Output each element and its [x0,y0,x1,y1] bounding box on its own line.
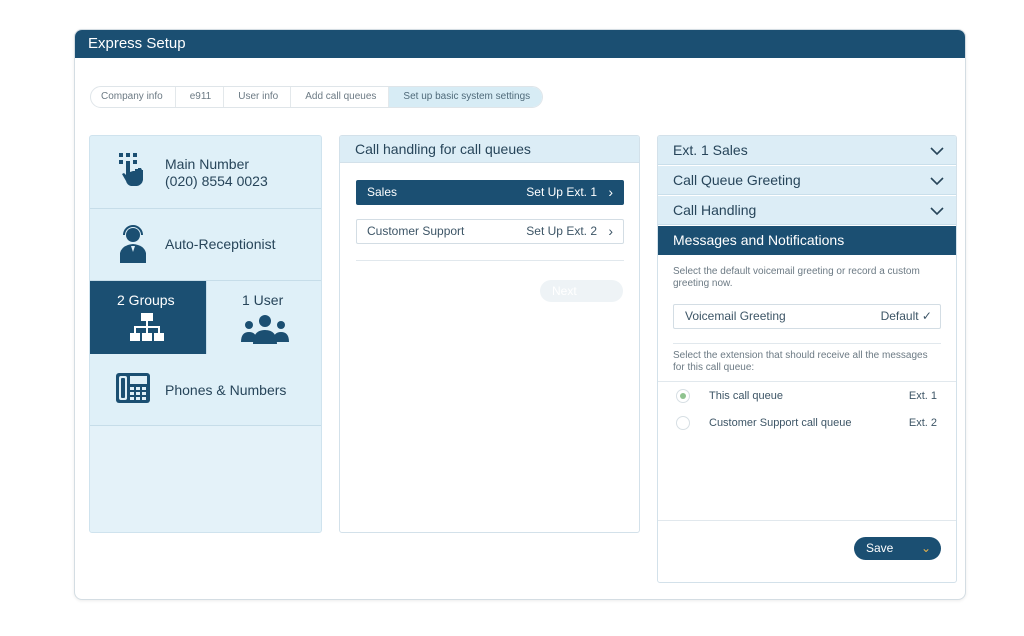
option-this-call-queue[interactable]: This call queue Ext. 1 [658,381,956,409]
users-label: 1 User [242,292,284,308]
call-handling-panel: Call handling for call queues Sales Set … [339,135,640,533]
voicemail-value: Default ✓ [880,309,932,323]
org-chart-icon [130,313,164,341]
save-label: Save [866,541,894,555]
users-icon [241,315,289,344]
option-customer-support[interactable]: Customer Support call queue Ext. 2 [658,409,956,437]
chevron-right-icon: › [608,223,613,239]
settings-panel: Ext. 1 Sales Call Queue Greeting Call Ha… [657,135,957,583]
breadcrumb-e911[interactable]: e911 [176,87,225,107]
section-label: Messages and Notifications [673,232,845,248]
main-number-label: Main Number [165,156,250,172]
section-call-handling[interactable]: Call Handling [658,196,956,225]
section-label: Ext. 1 Sales [673,142,748,158]
next-button[interactable]: Next [540,280,623,302]
groups-tile[interactable]: 2 Groups [90,281,206,354]
section-label: Call Queue Greeting [673,172,801,188]
breadcrumb-company-info[interactable]: Company info [91,87,176,107]
divider [658,520,956,521]
queue-name: Customer Support [367,224,465,238]
groups-label: 2 Groups [117,292,175,308]
divider [673,343,941,344]
extension-hint: Select the extension that should receive… [673,350,928,373]
main-number-item[interactable]: Main Number (020) 8554 0023 [90,136,321,209]
section-ext1-sales[interactable]: Ext. 1 Sales [658,136,956,165]
queue-action: Set Up Ext. 2 [526,224,597,238]
queue-name: Sales [367,185,398,199]
express-setup-window: Express Setup Company info e911 User inf… [74,29,966,600]
breadcrumb-user-info[interactable]: User info [224,87,292,107]
queue-row-customer-support[interactable]: Customer Support Set Up Ext. 2 › [356,219,624,244]
main-number-value: (020) 8554 0023 [165,173,268,189]
chevron-down-icon [930,147,944,156]
breadcrumb-add-call-queues[interactable]: Add call queues [291,87,390,107]
option-label: This call queue [709,390,783,402]
chevron-down-icon [930,177,944,186]
phones-numbers-label: Phones & Numbers [165,382,287,398]
option-label: Customer Support call queue [709,417,852,429]
chevron-right-icon: › [608,184,613,200]
call-handling-title: Call handling for call queues [340,136,639,163]
chevron-down-icon [930,207,944,216]
section-messages-notifications[interactable]: Messages and Notifications [658,226,956,255]
section-call-queue-greeting[interactable]: Call Queue Greeting [658,166,956,195]
queue-row-sales[interactable]: Sales Set Up Ext. 1 › [356,180,624,205]
dialpad-hand-icon [119,153,143,186]
option-ext: Ext. 2 [908,417,937,429]
left-panel-empty-area [90,426,321,532]
section-label: Call Handling [673,202,757,218]
option-ext: Ext. 1 [908,390,937,402]
window-title: Express Setup [75,30,965,58]
voicemail-greeting-select[interactable]: Voicemail Greeting Default ✓ [673,304,941,329]
voicemail-label: Voicemail Greeting [685,309,786,323]
save-button[interactable]: Save ⌄ [854,537,941,560]
divider [356,260,624,261]
greeting-hint: Select the default voicemail greeting or… [673,266,920,289]
chevron-down-icon: ⌄ [920,541,931,555]
phones-numbers-item[interactable]: Phones & Numbers [90,354,321,426]
breadcrumb: Company info e911 User info Add call que… [90,86,544,108]
auto-receptionist-label: Auto-Receptionist [165,236,276,252]
queue-action: Set Up Ext. 1 [526,185,597,199]
desk-phone-icon [116,373,150,403]
receptionist-icon [120,225,146,263]
breadcrumb-system-settings[interactable]: Set up basic system settings [389,87,543,107]
radio-selected[interactable] [676,389,690,403]
auto-receptionist-item[interactable]: Auto-Receptionist [90,209,321,281]
users-tile[interactable]: 1 User [206,281,321,354]
left-nav-panel: Main Number (020) 8554 0023 Auto-Recepti… [89,135,322,533]
radio-unselected[interactable] [676,416,690,430]
